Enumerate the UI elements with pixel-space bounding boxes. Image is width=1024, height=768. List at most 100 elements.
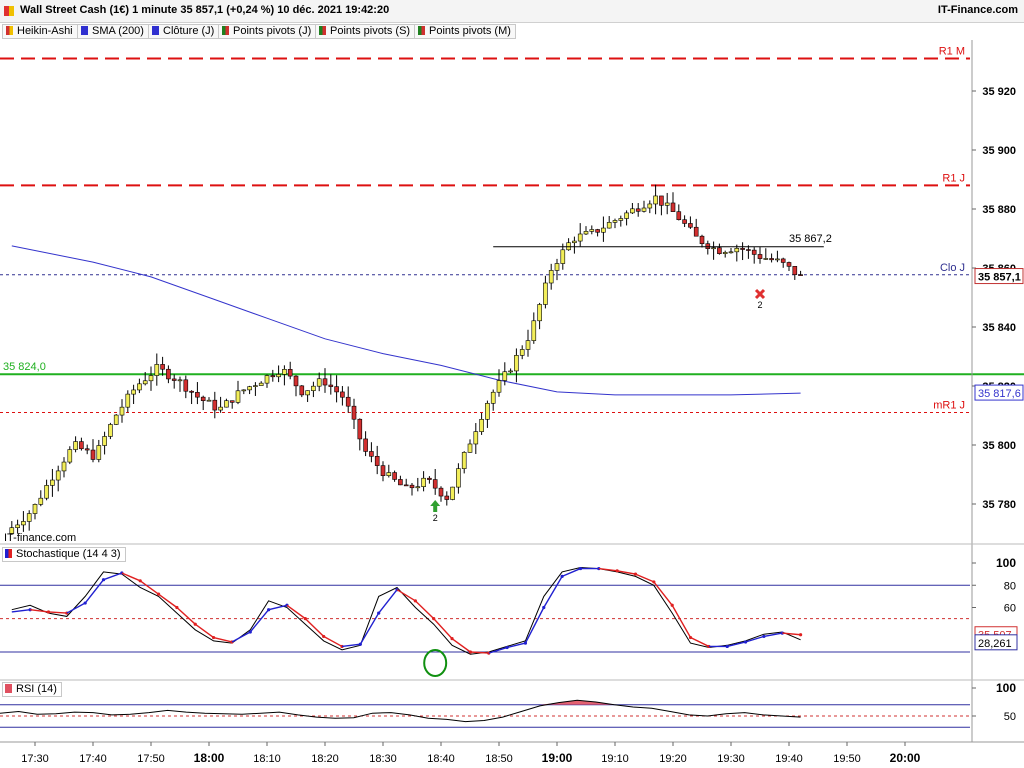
watermark: IT-finance.com xyxy=(4,532,77,544)
rsi-title: RSI (14) xyxy=(16,683,57,695)
candle xyxy=(502,371,508,381)
candle xyxy=(740,248,745,250)
stochastic-d-segment xyxy=(671,604,692,638)
candle xyxy=(386,472,392,476)
candle xyxy=(473,431,479,445)
axis-layer: 35 78035 80035 82035 84035 86035 88035 9… xyxy=(0,40,1024,765)
candle xyxy=(595,229,600,233)
candle xyxy=(345,396,351,407)
candle xyxy=(786,262,792,267)
stochastic-d-segment xyxy=(378,589,398,614)
y-tick-label: 80 xyxy=(1004,580,1016,592)
candle xyxy=(705,243,711,249)
candle xyxy=(688,223,693,228)
x-tick-label: 19:10 xyxy=(601,753,629,765)
x-tick-label: 19:00 xyxy=(542,751,573,765)
candle xyxy=(444,495,450,500)
stochastic-title: Stochastique (14 4 3) xyxy=(16,548,121,560)
candle xyxy=(108,424,113,437)
candle xyxy=(798,274,803,276)
candle xyxy=(328,384,334,387)
candle xyxy=(131,389,136,395)
candle xyxy=(461,452,467,469)
chart-canvas[interactable]: R1 M R1 J Clo J 35 824,0 mR1 J 35 867,2 2 2 35 … xyxy=(0,0,1024,768)
candle xyxy=(142,380,148,385)
candle xyxy=(479,419,484,432)
candle xyxy=(235,390,241,403)
stochastic-d-segment xyxy=(30,609,49,613)
reference-label: Clo J xyxy=(940,262,965,274)
candle xyxy=(519,349,525,356)
candle xyxy=(166,368,171,380)
candle xyxy=(624,212,629,219)
reference-label: mR1 J xyxy=(933,400,965,412)
stochastic-label[interactable]: Stochastique (14 4 3) xyxy=(2,547,126,562)
x-tick-label: 18:40 xyxy=(427,753,455,765)
candle xyxy=(601,227,606,233)
candle xyxy=(415,486,421,489)
candle xyxy=(531,320,537,341)
stochastic-d-segment xyxy=(231,631,251,643)
candle xyxy=(90,449,96,460)
y-tick-label: 35 840 xyxy=(982,322,1016,334)
candle xyxy=(606,222,612,229)
candle xyxy=(548,270,554,284)
candle xyxy=(543,282,548,305)
candle xyxy=(409,484,415,489)
stochastic-k-line xyxy=(11,566,801,655)
stochastic-d-segment xyxy=(103,572,123,581)
candle xyxy=(780,258,786,263)
candle xyxy=(183,379,189,392)
candle xyxy=(380,465,386,476)
candle xyxy=(299,385,305,396)
rsi-label[interactable]: RSI (14) xyxy=(2,682,62,697)
candle xyxy=(351,405,357,420)
candle xyxy=(392,472,397,480)
candle xyxy=(490,391,496,404)
stochastic-d-segment xyxy=(11,609,31,613)
candle xyxy=(427,477,432,480)
reference-label: 35 824,0 xyxy=(3,361,46,373)
candle xyxy=(293,375,299,387)
candle xyxy=(79,441,84,450)
candle xyxy=(270,375,276,378)
candle xyxy=(96,445,102,460)
candle xyxy=(137,383,142,391)
candle xyxy=(438,487,444,497)
x-tick-label: 17:50 xyxy=(137,753,165,765)
candle xyxy=(26,513,32,522)
candle xyxy=(432,479,438,489)
candle xyxy=(61,461,67,472)
sell-cross-icon xyxy=(754,288,766,300)
candle xyxy=(450,486,455,500)
candle xyxy=(775,258,780,261)
candle xyxy=(635,208,641,212)
candle xyxy=(374,456,380,466)
candle xyxy=(224,400,229,408)
signal-label: 2 xyxy=(433,513,438,523)
candle xyxy=(589,229,595,232)
x-tick-label: 18:00 xyxy=(194,751,225,765)
buy-arrow-icon xyxy=(430,500,441,512)
candle xyxy=(398,479,403,486)
stochastic-d-segment xyxy=(433,618,453,640)
stochastic-d-segment xyxy=(48,611,67,614)
y-tick-label: 60 xyxy=(1004,603,1016,615)
candle xyxy=(334,386,339,393)
candle xyxy=(125,393,131,408)
candle xyxy=(514,355,519,372)
y-tick-label: 35 900 xyxy=(982,145,1016,157)
y-tick-label: 100 xyxy=(996,681,1016,695)
candle xyxy=(253,385,258,387)
candle xyxy=(728,251,734,254)
stochastic-d-segment xyxy=(304,618,325,637)
candle xyxy=(311,385,316,391)
candle xyxy=(282,369,287,375)
candle xyxy=(467,443,473,453)
candle xyxy=(206,399,212,402)
price-tag-label: 35 857,1 xyxy=(978,272,1021,284)
candle xyxy=(363,438,368,452)
candle xyxy=(316,378,322,387)
candle xyxy=(73,441,78,450)
stochastic-d-segment xyxy=(524,607,545,644)
